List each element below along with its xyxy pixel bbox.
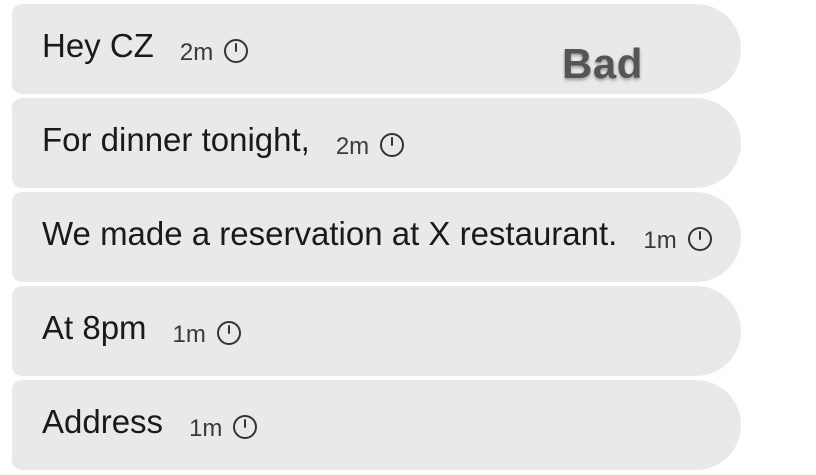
message-text: We made a reservation at X restaurant. bbox=[42, 214, 618, 252]
message-text: For dinner tonight, bbox=[42, 120, 310, 158]
clock-icon bbox=[380, 133, 405, 157]
message-text: Hey CZ bbox=[42, 26, 154, 64]
message-timestamp: 2m bbox=[179, 39, 214, 66]
message-bubble[interactable]: At 8pm 1m bbox=[12, 286, 741, 376]
clock-icon bbox=[233, 415, 258, 439]
message-text: At 8pm bbox=[42, 308, 147, 346]
message-bubble[interactable]: We made a reservation at X restaurant. 1… bbox=[12, 192, 741, 282]
clock-icon bbox=[216, 321, 241, 345]
clock-icon bbox=[687, 227, 712, 251]
message-text: Address bbox=[42, 402, 164, 440]
clock-icon bbox=[224, 39, 249, 63]
message-timestamp: 1m bbox=[643, 227, 677, 254]
message-timestamp: 2m bbox=[335, 133, 370, 160]
message-timestamp: 1m bbox=[172, 321, 206, 348]
message-bubble[interactable]: For dinner tonight, 2m bbox=[12, 98, 741, 188]
bad-example-label: Bad bbox=[562, 40, 643, 87]
message-bubble[interactable]: Address 1m bbox=[12, 380, 741, 470]
message-timestamp: 1m bbox=[189, 415, 223, 442]
